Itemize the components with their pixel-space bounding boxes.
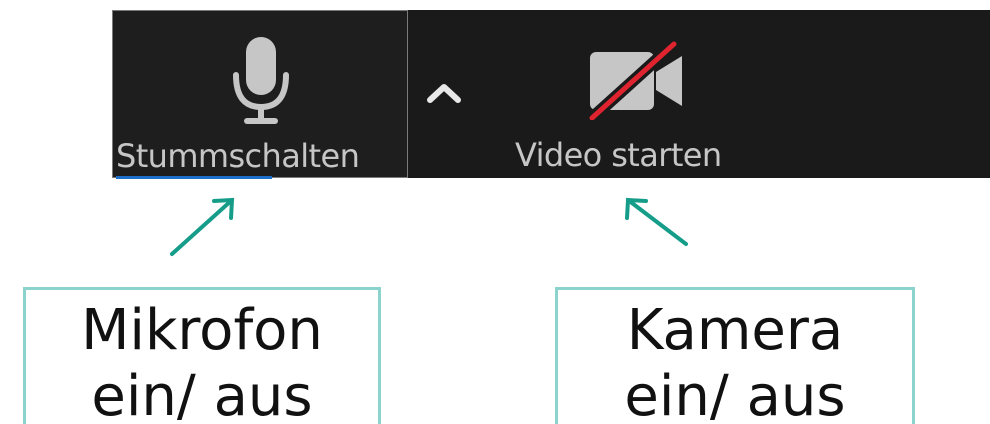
microphone-callout-line1: Mikrofon [81, 298, 323, 363]
camera-callout-line1: Kamera [626, 298, 844, 363]
mute-button[interactable]: Stummschalten [112, 10, 408, 179]
focus-underline [116, 176, 272, 179]
video-camera-off-icon [586, 40, 682, 120]
chevron-up-icon[interactable] [420, 70, 468, 114]
video-button-label: Video starten [515, 136, 722, 174]
page: Stummschalten Video starten Mikrofon ein… [0, 0, 990, 424]
microphone-callout: Mikrofon ein/ aus [23, 287, 381, 424]
meeting-toolbar: Stummschalten Video starten [112, 10, 990, 179]
camera-callout: Kamera ein/ aus [555, 287, 915, 424]
microphone-callout-line2: ein/ aus [91, 364, 313, 424]
arrow-to-video-button [625, 197, 688, 246]
camera-callout-line2: ein/ aus [624, 364, 846, 424]
mute-button-label: Stummschalten [116, 137, 360, 175]
arrow-to-mute-button [170, 197, 235, 256]
video-button[interactable]: Video starten [484, 10, 804, 178]
microphone-icon [233, 37, 289, 124]
